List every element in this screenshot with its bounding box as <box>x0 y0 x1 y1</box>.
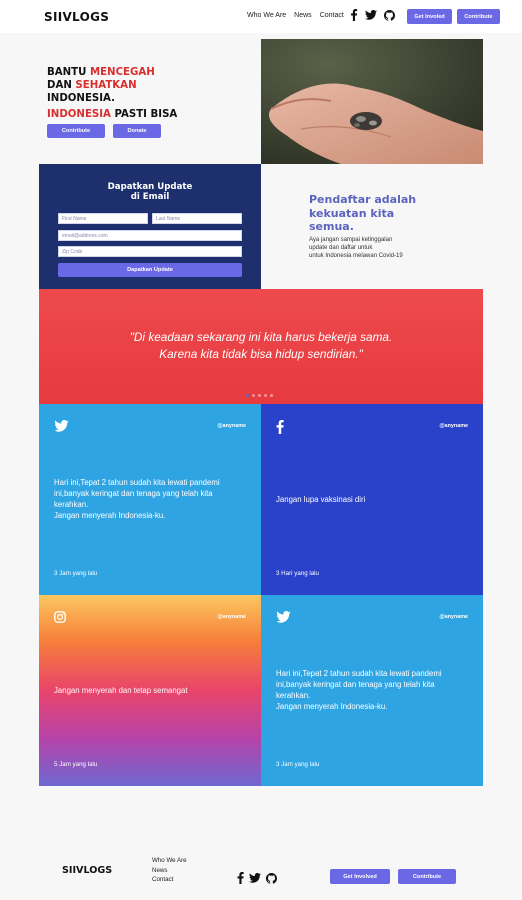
card-handle: @anyname <box>439 423 468 429</box>
email-signup-panel: Dapatkan Update di Email First Name Last… <box>39 164 261 290</box>
brand-logo[interactable]: SIIVLOGS <box>44 10 109 24</box>
nav-link-news[interactable]: News <box>294 12 312 19</box>
carousel-dot-1[interactable] <box>246 394 249 397</box>
card-timestamp: 3 Hari yang lalu <box>276 570 319 577</box>
hero-line-2-a: DAN <box>47 80 76 91</box>
carousel-dot-5[interactable] <box>270 394 273 397</box>
footer-link-who-we-are[interactable]: Who We Are <box>152 856 187 866</box>
twitter-icon <box>54 420 69 432</box>
tagline-subtext: Aya jangan sampai ketinggalan update dan… <box>309 237 439 260</box>
card-body: Hari ini,Tepat 2 tahun sudah kita lewati… <box>54 477 249 521</box>
github-icon[interactable] <box>266 872 277 884</box>
nav-link-contact[interactable]: Contact <box>320 12 344 19</box>
footer-link-contact[interactable]: Contact <box>152 875 187 885</box>
hero-donate-button[interactable]: Donate <box>113 124 161 138</box>
facebook-icon[interactable] <box>237 872 244 884</box>
hero-line-4-a: INDONESIA <box>47 109 111 120</box>
card-body: Jangan lupa vaksinasi diri <box>276 494 471 505</box>
hero-heading: BANTU MENCEGAH DAN SEHATKAN INDONESIA. I… <box>47 66 177 121</box>
card-line: kerahkan. <box>54 500 89 509</box>
facebook-icon <box>276 420 284 434</box>
quote-banner: "Di keadaan sekarang ini kita harus beke… <box>39 289 483 404</box>
nav-link-who-we-are[interactable]: Who We Are <box>247 12 286 19</box>
hero-line-3: INDONESIA. <box>47 93 115 104</box>
last-name-input[interactable]: Last Name <box>152 213 242 224</box>
hero-hand-photo <box>261 39 483 164</box>
tagline-line-3: untuk Indonesia melawan Covid-19 <box>309 252 403 259</box>
nav-links: Who We Are News Contact <box>247 12 344 19</box>
email-input[interactable]: email@address.com <box>58 230 242 241</box>
card-line: Jangan menyerah Indonesia-ku. <box>276 702 388 711</box>
footer-get-involved-button[interactable]: Get Involved <box>330 869 390 884</box>
card-timestamp: 3 Jam yang lalu <box>54 570 98 577</box>
quote-text: "Di keadaan sekarang ini kita harus beke… <box>39 329 483 363</box>
github-icon[interactable] <box>384 9 395 21</box>
card-timestamp: 5 Jam yang lalu <box>54 761 98 768</box>
footer-links: Who We Are News Contact <box>152 856 187 885</box>
card-body: Jangan menyerah dan tetap semangat <box>54 685 249 696</box>
card-body: Hari ini,Tepat 2 tahun sudah kita lewati… <box>276 668 471 712</box>
signup-title: Dapatkan Update di Email <box>39 182 261 202</box>
signup-submit-button[interactable]: Dapatkan Update <box>58 263 242 277</box>
hero-line-1: BANTU MENCEGAH <box>47 66 177 79</box>
carousel-dot-4[interactable] <box>264 394 267 397</box>
contribute-button[interactable]: Contribute <box>457 9 500 24</box>
card-timestamp: 3 Jam yang lalu <box>276 761 320 768</box>
card-line: Jangan menyerah dan tetap semangat <box>54 686 188 695</box>
footer-contribute-button[interactable]: Contribute <box>398 869 456 884</box>
first-name-input[interactable]: First Name <box>58 213 148 224</box>
signup-title-line-2: di Email <box>130 192 170 202</box>
card-line: ini,banyak keringat dan tenaga yang tela… <box>276 680 435 689</box>
hero-line-1-a: BANTU <box>47 67 90 78</box>
twitter-icon[interactable] <box>249 873 261 883</box>
tagline-line-1: Aya jangan sampai ketinggalan <box>309 237 393 243</box>
carousel-dots <box>246 394 273 397</box>
card-line: Hari ini,Tepat 2 tahun sudah kita lewati… <box>54 478 220 487</box>
carousel-dot-2[interactable] <box>252 394 255 397</box>
footer-link-news[interactable]: News <box>152 866 187 876</box>
social-card-facebook[interactable]: @anyname Jangan lupa vaksinasi diri 3 Ha… <box>261 404 483 595</box>
signup-title-line-1: Dapatkan Update <box>107 182 193 192</box>
footer-social-icons <box>237 872 277 884</box>
hero-contribute-button[interactable]: Contribute <box>47 124 105 138</box>
twitter-icon[interactable] <box>365 10 377 20</box>
nav-social-icons <box>350 9 395 21</box>
hero-line-2: DAN SEHATKAN <box>47 79 177 92</box>
facebook-icon[interactable] <box>350 9 358 21</box>
hero-line-2-b: SEHATKAN <box>75 80 137 91</box>
tagline-line-2: update dan daftar untuk <box>309 244 373 251</box>
hero-line-1-b: MENCEGAH <box>89 67 155 78</box>
zip-code-input[interactable]: Zip Code <box>58 246 242 257</box>
get-involved-button[interactable]: Get Involed <box>407 9 452 24</box>
card-line: Hari ini,Tepat 2 tahun sudah kita lewati… <box>276 669 442 678</box>
carousel-dot-3[interactable] <box>258 394 261 397</box>
card-line: ini,banyak keringat dan tenaga yang tela… <box>54 489 213 498</box>
hero-line-4: INDONESIA PASTI BISA <box>47 108 177 121</box>
footer-brand-logo[interactable]: SIIVLOGS <box>62 865 112 876</box>
tagline-heading: Pendaftar adalah kekuatan kita semua. <box>309 193 417 233</box>
social-card-twitter-1[interactable]: @anyname Hari ini,Tepat 2 tahun sudah ki… <box>39 404 261 595</box>
twitter-icon <box>276 611 291 623</box>
quote-line-1: "Di keadaan sekarang ini kita harus beke… <box>129 330 393 344</box>
card-line: kerahkan. <box>276 691 311 700</box>
top-navbar: SIIVLOGS Who We Are News Contact Get Inv… <box>0 0 522 33</box>
card-line: Jangan menyerah Indonesia-ku. <box>54 511 166 520</box>
social-card-twitter-2[interactable]: @anyname Hari ini,Tepat 2 tahun sudah ki… <box>261 595 483 786</box>
page: SIIVLOGS Who We Are News Contact Get Inv… <box>0 0 522 900</box>
quote-line-2: Karena kita tidak bisa hidup sendirian." <box>159 347 363 361</box>
instagram-icon <box>54 611 66 623</box>
card-handle: @anyname <box>217 423 246 429</box>
card-handle: @anyname <box>217 614 246 620</box>
card-handle: @anyname <box>439 614 468 620</box>
card-line: Jangan lupa vaksinasi diri <box>276 495 366 504</box>
hero-line-4-b: PASTI BISA <box>110 109 178 120</box>
social-card-instagram[interactable]: @anyname Jangan menyerah dan tetap seman… <box>39 595 261 786</box>
